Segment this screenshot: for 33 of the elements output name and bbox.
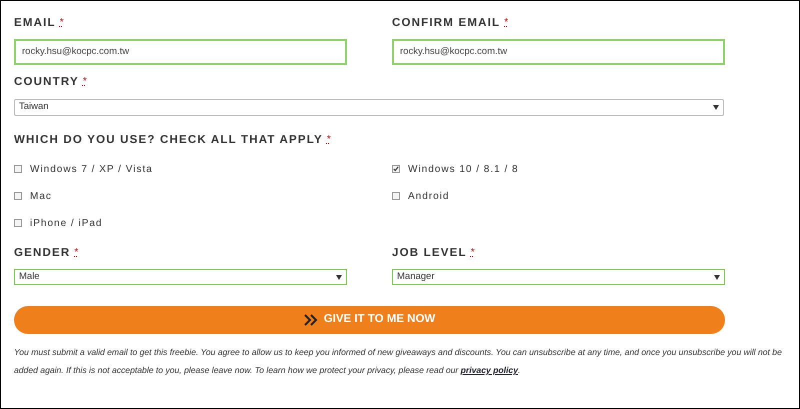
privacy-policy-link[interactable]: privacy policy bbox=[460, 365, 518, 375]
checkbox-label: Windows 7 / XP / Vista bbox=[30, 162, 153, 177]
field-label: GENDER bbox=[14, 246, 70, 261]
field-label: COUNTRY bbox=[14, 75, 79, 90]
checkbox-label: Windows 10 / 8.1 / 8 bbox=[408, 162, 519, 177]
checkbox-label: Mac bbox=[30, 190, 52, 204]
required-mark: * bbox=[82, 75, 87, 90]
double-chevron-icon bbox=[304, 314, 318, 326]
caret-icon bbox=[714, 274, 720, 280]
checkbox[interactable] bbox=[392, 192, 400, 200]
required-mark: * bbox=[60, 16, 64, 30]
required-mark: * bbox=[504, 16, 508, 30]
field-label: CONFIRM EMAIL bbox=[392, 16, 500, 31]
required-mark: * bbox=[74, 246, 78, 260]
dropdown-field[interactable]: Taiwan bbox=[14, 98, 724, 116]
checkbox-label: Android bbox=[408, 190, 450, 204]
email-field[interactable]: rocky.hsu@kocpc.com.tw bbox=[392, 39, 725, 66]
field-label: EMAIL bbox=[14, 16, 56, 31]
caret-icon bbox=[713, 104, 719, 110]
dropdown-field[interactable]: Male bbox=[14, 269, 347, 285]
dropdown-field[interactable]: Manager bbox=[392, 269, 725, 285]
checkbox[interactable] bbox=[14, 192, 22, 200]
disclaimer-text: You must submit a valid email to get this freebie. You agree to allow us to keep you informed of new giveaways and discounts. You can unsubscribe at any time, and once you unsubscribe you will not be added again. If this is not acceptable to you, please leave now. To learn how we protect your privacy, please read our privacy policy. bbox=[14, 346, 783, 377]
required-mark: * bbox=[326, 132, 331, 146]
checkbox[interactable] bbox=[14, 219, 22, 228]
field-label: WHICH DO YOU USE? CHECK ALL THAT APPLY bbox=[14, 132, 323, 148]
checkbox[interactable] bbox=[14, 165, 22, 174]
checkbox[interactable] bbox=[392, 165, 400, 174]
field-label: JOB LEVEL bbox=[392, 246, 467, 261]
caret-icon bbox=[336, 274, 342, 280]
email-field[interactable]: rocky.hsu@kocpc.com.tw bbox=[14, 39, 347, 66]
required-mark: * bbox=[470, 246, 475, 260]
checkbox-label: iPhone / iPad bbox=[30, 216, 102, 231]
